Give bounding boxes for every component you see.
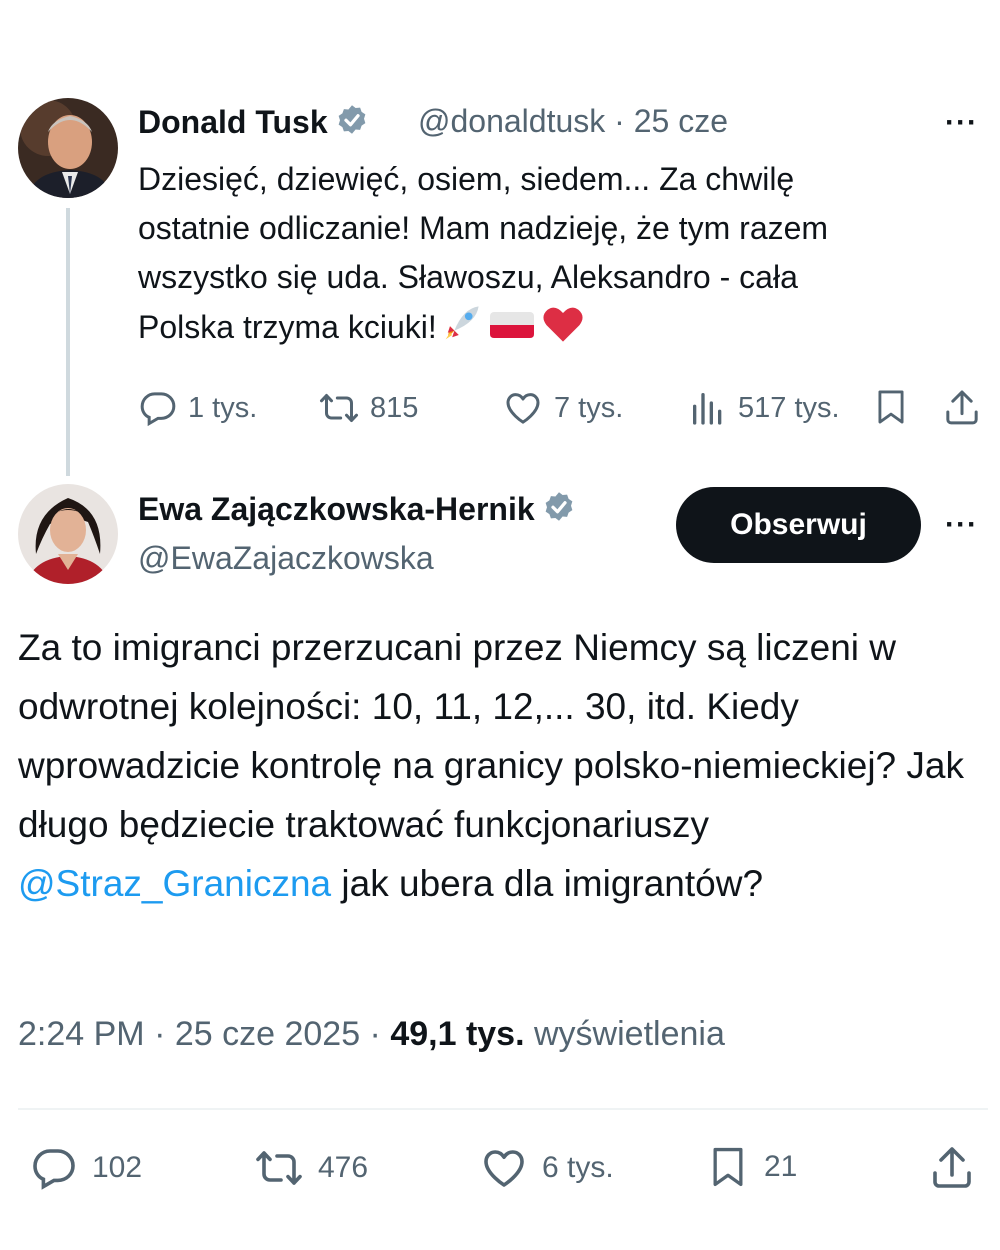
author-name-donald-tusk[interactable]: Donald Tusk [138,103,370,147]
reply-button[interactable]: 102 [30,1144,142,1192]
views-button[interactable]: 517 tys. [688,388,840,428]
views-count: 517 tys. [738,391,840,424]
repost-icon [256,1151,302,1185]
share-icon [946,390,978,425]
bookmark-icon [878,390,904,424]
reply-button[interactable]: 1 tys. [138,388,257,428]
main-tweet-text: Za to imigranci przerzucani przez Niemcy… [18,627,964,904]
bookmark-icon [713,1147,743,1187]
thread-connector-line [66,208,70,476]
follow-button[interactable]: Obserwuj [676,487,921,563]
analytics-icon [693,393,722,425]
heart-icon [484,1150,524,1187]
author-handle[interactable]: @donaldtusk [418,103,605,139]
repost-button[interactable]: 476 [254,1144,368,1192]
tweet-date[interactable]: 25 cze [634,103,728,139]
views-count: 49,1 tys. [390,1015,525,1053]
like-button[interactable]: 7 tys. [502,388,623,428]
views-label: wyświetlenia [534,1015,725,1053]
avatar-ewa-zajaczkowska[interactable] [18,484,118,584]
like-count: 7 tys. [554,391,624,424]
author-handle[interactable]: @EwaZajaczkowska [138,540,434,577]
red-heart-emoji-icon [543,307,583,342]
verified-badge-icon [541,490,577,534]
reply-to-tweet-text: Dziesięć, dziewięć, osiem, siedem... Za … [138,161,829,345]
reply-icon [140,392,176,427]
tweet-date[interactable]: 25 cze 2025 [175,1015,360,1053]
mention-link[interactable]: @Straz_Graniczna [18,863,331,904]
author-name-ewa[interactable]: Ewa Zajączkowska-Hernik [138,490,577,534]
repost-button[interactable]: 815 [318,388,418,428]
tweet-metadata: 2:24 PM · 25 cze 2025 · 49,1 tys. wyświe… [18,1015,725,1053]
rocket-emoji-icon [445,306,479,340]
verified-badge-icon [334,103,370,147]
repost-count: 476 [318,1151,369,1184]
like-count: 6 tys. [542,1151,614,1184]
tweet-handle-and-date: @donaldtusk · 25 cze [418,103,728,139]
repost-count: 815 [370,391,419,424]
reply-count: 1 tys. [188,391,258,424]
reply-count: 102 [92,1151,143,1184]
bookmark-button[interactable]: 21 [706,1142,797,1192]
more-options-icon[interactable]: ··· [945,106,978,140]
tweet-time[interactable]: 2:24 PM [18,1015,145,1053]
poland-flag-emoji-icon [489,312,534,338]
bookmark-button[interactable] [872,386,920,428]
divider [18,1108,988,1110]
share-button[interactable] [928,1142,990,1192]
share-button[interactable] [942,386,992,428]
share-icon [933,1147,971,1188]
repost-icon [320,394,358,422]
like-button[interactable]: 6 tys. [480,1144,614,1192]
more-options-icon[interactable]: ··· [945,508,978,542]
avatar-donald-tusk[interactable] [18,98,118,198]
bookmark-count: 21 [764,1150,798,1183]
reply-icon [33,1149,75,1190]
heart-icon [506,393,540,424]
